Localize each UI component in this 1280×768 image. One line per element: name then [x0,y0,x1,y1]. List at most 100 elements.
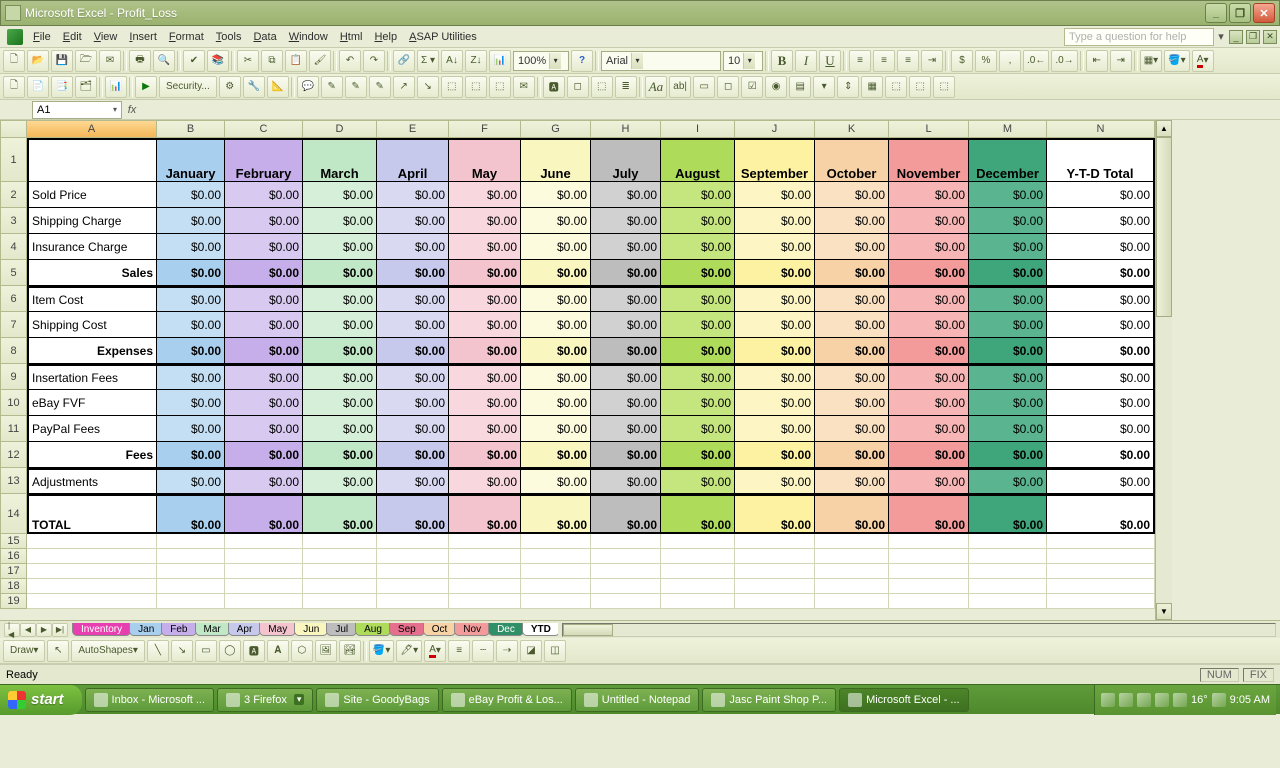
cell[interactable]: $0.00 [889,234,969,260]
vertical-scroll-thumb[interactable] [1156,137,1172,317]
spreadsheet-grid[interactable]: ABCDEFGHIJKLMN1JanuaryFebruaryMarchApril… [0,120,1155,620]
month-header[interactable]: December [969,138,1047,182]
cell[interactable]: $0.00 [815,286,889,312]
cell[interactable]: $0.00 [815,234,889,260]
row-label[interactable]: Insertation Fees [27,364,157,390]
cell[interactable]: $0.00 [661,468,735,494]
tray-icon[interactable] [1212,693,1226,707]
empty-cell[interactable] [889,534,969,549]
cell[interactable]: $0.00 [889,312,969,338]
row-header-7[interactable]: 7 [0,312,27,338]
cell[interactable]: $0.00 [225,494,303,534]
row-header-2[interactable]: 2 [0,182,27,208]
sheet-tab-nov[interactable]: Nov [454,623,490,636]
tab-nav-next[interactable]: ▶ [36,623,52,637]
cell[interactable]: $0.00 [377,468,449,494]
tb2-groupbox[interactable]: ▭ [693,76,715,98]
cut-button[interactable]: ✂ [237,50,259,72]
sheet-tab-feb[interactable]: Feb [161,623,196,636]
cell[interactable]: $0.00 [157,494,225,534]
cell[interactable]: $0.00 [815,260,889,286]
cell[interactable]: $0.00 [661,390,735,416]
cell[interactable]: $0.00 [303,286,377,312]
cell[interactable]: $0.00 [521,286,591,312]
tb2-textbox[interactable]: ab| [669,76,691,98]
ytd-header[interactable]: Y-T-D Total [1047,138,1155,182]
cell[interactable]: $0.00 [661,416,735,442]
empty-cell[interactable] [377,534,449,549]
cell[interactable]: $0.00 [889,442,969,468]
row-label[interactable]: Insurance Charge [27,234,157,260]
cell[interactable]: $0.00 [735,468,815,494]
cell[interactable]: $0.00 [521,208,591,234]
cell[interactable]: $0.00 [969,260,1047,286]
decrease-decimal-button[interactable]: .0→ [1051,50,1077,72]
cell[interactable]: $0.00 [661,234,735,260]
row-header-3[interactable]: 3 [0,208,27,234]
col-header-G[interactable]: G [521,120,591,138]
col-header-K[interactable]: K [815,120,889,138]
cell[interactable]: $0.00 [889,338,969,364]
cell[interactable]: $0.00 [969,286,1047,312]
fill-color-draw[interactable]: 🪣▾ [369,640,394,662]
col-header-B[interactable]: B [157,120,225,138]
window-close-button[interactable]: ✕ [1253,3,1275,23]
sheet-tab-dec[interactable]: Dec [488,623,524,636]
cell-ytd[interactable]: $0.00 [1047,338,1155,364]
empty-cell[interactable] [1047,594,1155,609]
cell[interactable]: $0.00 [591,260,661,286]
row-label[interactable]: TOTAL [27,494,157,534]
select-objects-button[interactable]: ↖ [47,640,69,662]
cell[interactable]: $0.00 [225,234,303,260]
row-label[interactable]: Shipping Cost [27,312,157,338]
mdi-minimize-button[interactable]: _ [1229,30,1243,44]
empty-cell[interactable] [449,549,521,564]
tb2-rev-1[interactable]: 💬 [297,76,319,98]
empty-cell[interactable] [157,534,225,549]
tb2-listbox[interactable]: ▤ [789,76,811,98]
cell[interactable]: $0.00 [969,468,1047,494]
row-header-15[interactable]: 15 [0,534,27,549]
cell[interactable]: $0.00 [735,312,815,338]
tb2-rev-9[interactable]: ⬚ [489,76,511,98]
menu-html[interactable]: Html [334,28,369,45]
menu-help[interactable]: Help [368,28,403,45]
merge-center-button[interactable]: ⇥ [921,50,943,72]
empty-cell[interactable] [449,564,521,579]
cell[interactable]: $0.00 [661,286,735,312]
tb2-button[interactable]: ◻ [717,76,739,98]
font-color-button[interactable]: A▾ [1192,50,1214,72]
scroll-down-button[interactable]: ▼ [1156,603,1172,620]
cell[interactable]: $0.00 [303,390,377,416]
cell[interactable]: $0.00 [661,442,735,468]
autosum-button[interactable]: Σ ▾ [417,50,439,72]
taskbar-item[interactable]: 3 Firefox▾ [217,688,313,712]
cell[interactable]: $0.00 [377,312,449,338]
month-header[interactable]: November [889,138,969,182]
row-header-4[interactable]: 4 [0,234,27,260]
tb2-form-2[interactable]: ◻ [567,76,589,98]
tb2-btn-1[interactable]: 🗋 [3,76,25,98]
sheet-tab-mar[interactable]: Mar [195,623,230,636]
empty-cell[interactable] [661,564,735,579]
empty-cell[interactable] [521,564,591,579]
cell[interactable]: $0.00 [661,364,735,390]
cell[interactable]: $0.00 [157,390,225,416]
month-header[interactable]: May [449,138,521,182]
tb2-rev-3[interactable]: ✎ [345,76,367,98]
row-header-1[interactable]: 1 [0,138,27,182]
scroll-up-button[interactable]: ▲ [1156,120,1172,137]
cell-ytd[interactable]: $0.00 [1047,442,1155,468]
empty-cell[interactable] [303,579,377,594]
bold-button[interactable]: B [771,50,793,72]
row-header-5[interactable]: 5 [0,260,27,286]
cell[interactable]: $0.00 [521,338,591,364]
cell-ytd[interactable]: $0.00 [1047,234,1155,260]
empty-cell[interactable] [225,564,303,579]
diagram-tool[interactable]: ⬡ [291,640,313,662]
row-header-13[interactable]: 13 [0,468,27,494]
design-mode-button[interactable]: 📐 [267,76,289,98]
hyperlink-button[interactable]: 🔗 [393,50,415,72]
cell-ytd[interactable]: $0.00 [1047,312,1155,338]
empty-cell[interactable] [735,549,815,564]
